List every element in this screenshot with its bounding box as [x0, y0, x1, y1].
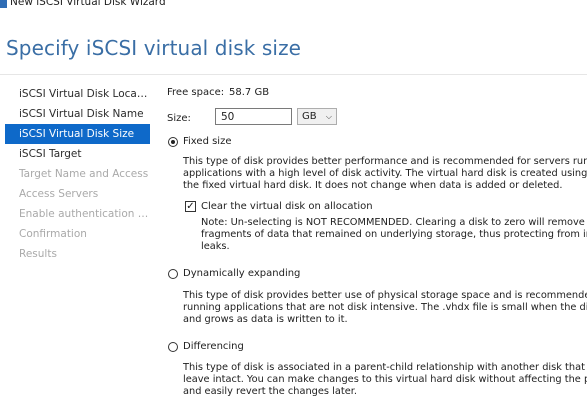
wizard-icon	[0, 0, 7, 8]
nav-item-enable-authentication: Enable authentication ser...	[19, 208, 150, 220]
clear-note-line-3: leaks.	[201, 241, 230, 252]
header-divider	[0, 74, 587, 75]
differencing-radio[interactable]	[168, 342, 178, 352]
clear-disk-label[interactable]: Clear the virtual disk on allocation	[201, 201, 373, 212]
nav-item-disk-location[interactable]: iSCSI Virtual Disk Location	[5, 84, 150, 104]
fixed-size-radio[interactable]	[168, 137, 178, 147]
differencing-desc-line-2: leave intact. You can make changes to th…	[183, 374, 587, 385]
nav-item-iscsi-target[interactable]: iSCSI Target	[5, 144, 150, 164]
nav-item-results: Results	[19, 248, 57, 260]
fixed-size-desc-line-3: the fixed virtual hard disk. It does not…	[183, 180, 563, 191]
fixed-size-label[interactable]: Fixed size	[183, 136, 231, 147]
dynamic-desc-line-3: and grows as data is written to it.	[183, 314, 348, 325]
clear-disk-checkbox[interactable]: ✓	[185, 201, 196, 212]
dynamic-desc-line-1: This type of disk provides better use of…	[183, 290, 587, 301]
size-label: Size:	[167, 113, 191, 124]
size-input[interactable]: 50	[215, 108, 292, 125]
nav-item-confirmation: Confirmation	[19, 228, 87, 240]
clear-note-line-1: Note: Un-selecting is NOT RECOMMENDED. C…	[201, 217, 587, 228]
disk-size-panel: Free space: 58.7 GB Size: 50 GB ⌵ Fixed …	[167, 84, 587, 408]
free-space-label: Free space:	[167, 87, 225, 98]
dynamic-expanding-radio[interactable]	[168, 269, 178, 279]
differencing-desc-line-3: and easily revert the changes later.	[183, 386, 357, 397]
free-space-value: 58.7 GB	[229, 87, 270, 98]
differencing-desc-line-1: This type of disk is associated in a par…	[183, 362, 587, 373]
title-bar: New iSCSI Virtual Disk Wizard	[0, 0, 587, 13]
nav-item-target-name-access: Target Name and Access	[19, 168, 149, 180]
window-title: New iSCSI Virtual Disk Wizard	[10, 0, 166, 8]
dynamic-desc-line-2: running applications that are not disk i…	[183, 302, 587, 313]
nav-item-access-servers: Access Servers	[19, 188, 99, 200]
fixed-size-desc-line-2: applications with a high level of disk a…	[183, 168, 587, 179]
nav-item-disk-size[interactable]: iSCSI Virtual Disk Size	[5, 124, 150, 144]
fixed-size-desc-line-1: This type of disk provides better perfor…	[183, 156, 587, 167]
nav-item-disk-name[interactable]: iSCSI Virtual Disk Name	[5, 104, 150, 124]
chevron-down-icon: ⌵	[325, 112, 332, 121]
clear-note-line-2: fragments of data that remained on under…	[201, 229, 587, 240]
page-title: Specify iSCSI virtual disk size	[6, 36, 302, 60]
differencing-label[interactable]: Differencing	[183, 341, 244, 352]
dynamic-expanding-label[interactable]: Dynamically expanding	[183, 268, 300, 279]
unit-select-value: GB	[302, 111, 317, 122]
unit-select[interactable]: GB ⌵	[297, 108, 337, 125]
